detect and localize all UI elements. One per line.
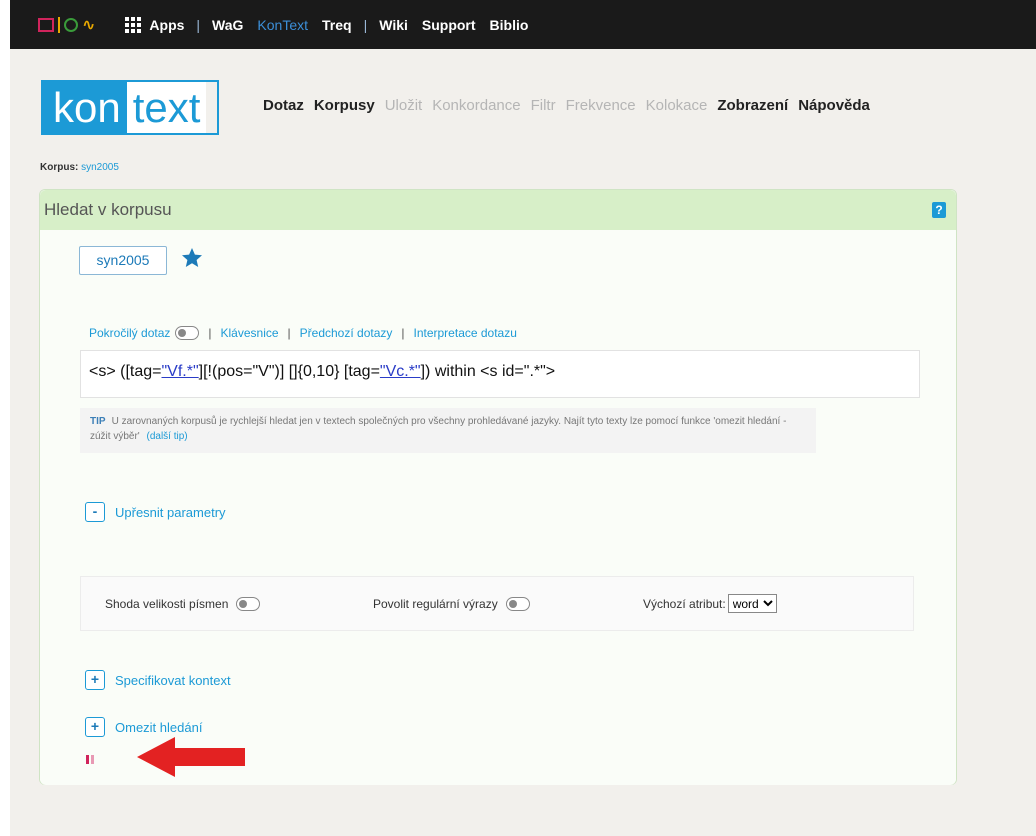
interpret-link[interactable]: Interpretace dotazu [414, 326, 517, 340]
advanced-query-toggle[interactable] [175, 326, 200, 340]
query-part: ][!(pos="V")] []{0,10} [tag= [198, 363, 380, 380]
params-box: Shoda velikosti písmen Povolit regulární… [80, 576, 914, 631]
default-attr-select[interactable]: word [727, 594, 777, 613]
next-tip-link[interactable]: (další tip) [146, 431, 187, 442]
apps-menu[interactable]: Apps [125, 16, 185, 33]
red-arrow-icon [137, 737, 245, 777]
refine-params-row[interactable]: - Upřesnit parametry [85, 502, 226, 522]
tip-label: TIP [90, 416, 106, 427]
regex-toggle[interactable] [505, 597, 530, 611]
expand-button[interactable]: + [85, 670, 105, 690]
menu-konkordance: Konkordance [432, 97, 521, 114]
topbar-link-wag[interactable]: WaG [212, 17, 243, 33]
star-icon[interactable] [180, 246, 204, 270]
regex-label: Povolit regulární výrazy [373, 597, 498, 611]
query-panel: Hledat v korpusu ? syn2005 Pokročilý dot… [39, 189, 957, 785]
menu-dotaz[interactable]: Dotaz [263, 97, 304, 114]
topbar-link-wiki[interactable]: Wiki [379, 17, 408, 33]
history-link[interactable]: Předchozí dotazy [300, 326, 393, 340]
corpus-info: Korpus: syn2005 [40, 162, 119, 173]
menu-napoveda[interactable]: Nápověda [798, 97, 870, 114]
left-strip [0, 0, 10, 836]
corpus-info-value[interactable]: syn2005 [81, 162, 119, 173]
regex-option: Povolit regulární výrazy [373, 597, 530, 611]
menu-frekvence: Frekvence [565, 97, 636, 114]
menu-kolokace: Kolokace [645, 97, 708, 114]
query-regex-1: "Vf.*" [161, 363, 199, 380]
logo-kon: kon [43, 82, 127, 133]
default-attr-label: Výchozí atribut: [643, 596, 726, 611]
keyboard-link[interactable]: Klávesnice [221, 326, 279, 340]
kontext-logo[interactable]: kon text [41, 80, 219, 135]
collapse-button[interactable]: - [85, 502, 105, 522]
topbar-link-treq[interactable]: Treq [322, 17, 352, 33]
apps-label: Apps [149, 16, 185, 33]
refine-params-label[interactable]: Upřesnit parametry [115, 505, 226, 520]
topbar-link-support[interactable]: Support [422, 17, 476, 33]
query-input[interactable]: <s> ([tag="Vf.*"][!(pos="V")] []{0,10} [… [80, 350, 920, 398]
panel-title: Hledat v korpusu [44, 200, 172, 219]
logo-text: text [126, 82, 207, 133]
top-bar: ∿ Apps | WaG KonText Treq | Wiki Support… [10, 0, 1036, 49]
query-part: <s> ([tag= [89, 363, 162, 380]
case-option: Shoda velikosti písmen [105, 597, 261, 611]
default-attr-option: Výchozí atribut: word [643, 594, 777, 613]
tip-text: U zarovnaných korpusů je rychlejší hleda… [90, 416, 787, 442]
help-icon[interactable]: ? [932, 202, 946, 218]
panel-header: Hledat v korpusu ? [40, 190, 956, 230]
case-toggle[interactable] [236, 597, 261, 611]
menu-ulozit: Uložit [384, 97, 423, 114]
topbar-link-kontext[interactable]: KonText [257, 17, 308, 33]
corpus-selector[interactable]: syn2005 [79, 246, 167, 275]
main-menu: Dotaz Korpusy Uložit Konkordance Filtr F… [263, 97, 870, 114]
query-links: Pokročilý dotaz | Klávesnice | Předchozí… [89, 326, 517, 340]
restrict-row[interactable]: + Omezit hledání [85, 717, 202, 737]
search-button-icon[interactable] [86, 755, 94, 764]
advanced-query-link[interactable]: Pokročilý dotaz [89, 326, 170, 340]
corpus-info-label: Korpus: [40, 162, 79, 173]
tip-box: TIP U zarovnaných korpusů je rychlejší hl… [80, 408, 816, 453]
menu-korpusy[interactable]: Korpusy [314, 97, 375, 114]
menu-zobrazeni[interactable]: Zobrazení [717, 97, 788, 114]
context-row[interactable]: + Specifikovat kontext [85, 670, 231, 690]
panel-body: syn2005 Pokročilý dotaz | Klávesnice | P… [40, 230, 956, 785]
cnk-logo[interactable]: ∿ [38, 15, 95, 35]
expand-button[interactable]: + [85, 717, 105, 737]
query-part: ]) within <s id=".*"> [420, 363, 556, 380]
case-label: Shoda velikosti písmen [105, 597, 229, 611]
menu-filtr: Filtr [530, 97, 556, 114]
topbar-link-biblio[interactable]: Biblio [490, 17, 529, 33]
apps-grid-icon [125, 16, 142, 33]
restrict-label[interactable]: Omezit hledání [115, 720, 202, 735]
query-regex-2: "Vc.*" [379, 363, 421, 380]
context-label[interactable]: Specifikovat kontext [115, 673, 231, 688]
